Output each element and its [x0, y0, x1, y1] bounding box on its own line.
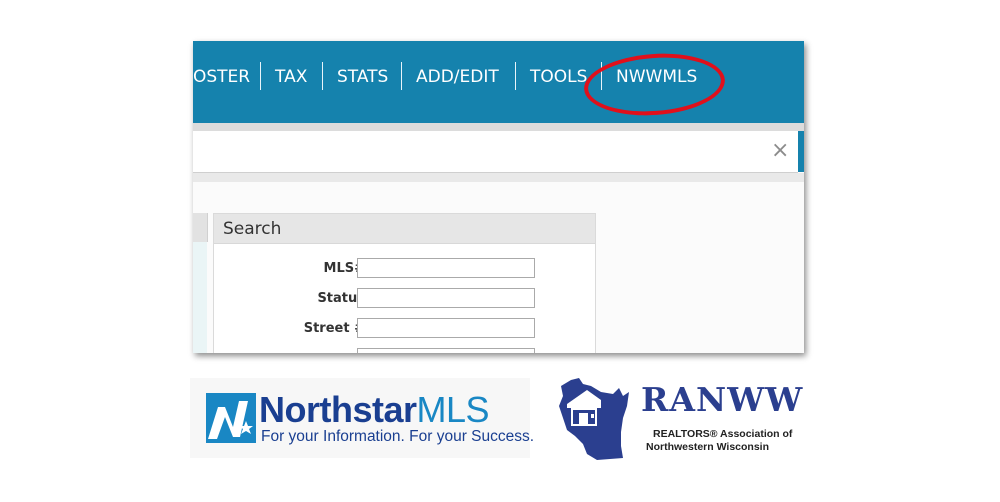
- northstar-tagline: For your Information. For your Success.: [261, 428, 535, 445]
- street-number-label: Street #: [303, 321, 365, 336]
- northstar-brand-name: NorthstarMLS: [259, 389, 490, 430]
- left-panel-header: [193, 213, 208, 242]
- nav-item-roster[interactable]: OSTER: [193, 67, 250, 87]
- search-panel-title: Search: [223, 219, 282, 239]
- nav-separator: [515, 62, 516, 90]
- next-field-input[interactable]: [357, 348, 535, 353]
- search-panel-header: Search: [214, 214, 595, 244]
- top-navigation-bar: OSTER TAX STATS ADD/EDIT TOOLS NWWMLS: [193, 41, 804, 123]
- wisconsin-map-icon: [559, 378, 629, 460]
- nav-separator: [260, 62, 261, 90]
- status-input[interactable]: [357, 288, 535, 308]
- search-panel: Search MLS# Status Street #: [213, 213, 596, 353]
- ranww-name: RANWW: [641, 380, 804, 419]
- nav-separator: [401, 62, 402, 90]
- northstar-star-icon: [206, 393, 256, 443]
- nav-separator: [322, 62, 323, 90]
- ranww-subtitle-line1: REALTORS® Association of: [653, 428, 793, 440]
- ranww-subtitle-line2: Northwestern Wisconsin: [646, 441, 770, 453]
- nav-item-stats[interactable]: STATS: [337, 67, 388, 87]
- search-bar-accent: [798, 131, 804, 172]
- nav-item-add-edit[interactable]: ADD/EDIT: [416, 67, 499, 87]
- mls-screenshot: OSTER TAX STATS ADD/EDIT TOOLS NWWMLS × …: [193, 41, 804, 353]
- highlight-ring: [582, 49, 727, 120]
- northstar-mls: MLS: [416, 389, 490, 430]
- toolbar-strip: [193, 123, 804, 131]
- nav-item-tax[interactable]: TAX: [275, 67, 307, 87]
- northstar-name: Northstar: [259, 389, 417, 430]
- street-number-input[interactable]: [357, 318, 535, 338]
- divider-strip: [193, 173, 804, 182]
- nav-item-tools[interactable]: TOOLS: [530, 67, 587, 87]
- quick-search-bar[interactable]: [193, 131, 798, 173]
- mls-number-input[interactable]: [357, 258, 535, 278]
- close-icon[interactable]: ×: [771, 138, 789, 164]
